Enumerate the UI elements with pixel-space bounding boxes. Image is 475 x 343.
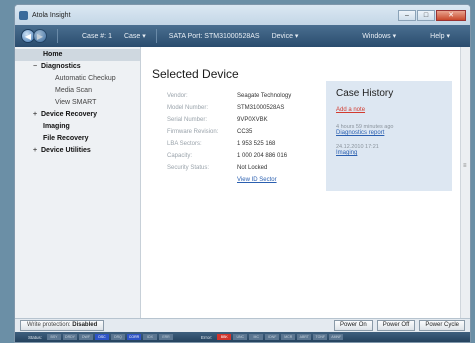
sidebar-item-automatic-checkup[interactable]: Automatic Checkup	[15, 73, 140, 85]
status-register-err: ERR	[159, 334, 174, 340]
detail-row: Serial Number: 9VP0XVBK	[167, 114, 291, 126]
sidebar: Home − Diagnostics Automatic Checkup Medi…	[15, 47, 141, 320]
close-button[interactable]: ✕	[436, 9, 466, 21]
sidebar-item-imaging[interactable]: Imaging	[15, 121, 140, 133]
error-register-tonf: TONF	[313, 334, 328, 340]
write-protection-value: Disabled	[72, 322, 98, 328]
window-title: Atola Insight	[32, 11, 71, 19]
forward-button[interactable]: ▶	[33, 29, 47, 43]
detail-value: Seagate Technology	[237, 93, 292, 99]
sidebar-item-view-smart[interactable]: View SMART	[15, 97, 140, 109]
sidebar-item-label: Device Utilities	[41, 147, 91, 154]
detail-label: Serial Number:	[167, 117, 208, 123]
detail-label: LBA Sectors:	[167, 141, 202, 147]
detail-row: View ID Sector	[167, 174, 291, 186]
detail-row: Firmware Revision: CC35	[167, 126, 291, 138]
expand-icon[interactable]: +	[33, 109, 41, 121]
toolbar-separator	[155, 29, 157, 43]
view-id-sector-link[interactable]: View ID Sector	[237, 174, 277, 186]
error-register-label: Error:	[201, 334, 213, 340]
content-area: Home − Diagnostics Automatic Checkup Medi…	[15, 47, 470, 320]
toolbar-separator	[57, 29, 58, 43]
detail-label-spacer	[167, 174, 237, 186]
detail-value: 1 953 525 168	[237, 141, 276, 147]
error-register-mc: MC	[249, 334, 264, 340]
detail-value: Not Locked	[237, 165, 268, 171]
maximize-button[interactable]: □	[417, 9, 435, 21]
toolbar: ◀ ▶ Case #: 1 Case ▾ SATA Port: STM31000…	[15, 25, 470, 47]
add-note-link[interactable]: Add a note	[336, 107, 442, 113]
page-title: Selected Device	[152, 67, 239, 81]
status-register-bsy: BSY	[47, 334, 62, 340]
scrollbar-grip-icon[interactable]: ≡	[463, 163, 468, 175]
detail-label: Vendor:	[167, 93, 188, 99]
toolbar-right-menus: Windows ▾ Help ▾	[350, 32, 464, 40]
status-register-corr: CORR	[127, 334, 142, 340]
case-history-title: Case History	[336, 88, 394, 99]
vertical-scrollbar[interactable]: ≡	[460, 47, 470, 320]
sata-port: SATA Port: STM31000528AS	[168, 32, 260, 40]
forward-arrow-icon: ▶	[36, 31, 44, 41]
detail-label: Capacity:	[167, 153, 193, 159]
error-register-abrt: ABRT	[297, 334, 312, 340]
collapse-icon[interactable]: −	[33, 61, 41, 73]
detail-row: Capacity: 1 000 204 886 016	[167, 150, 291, 162]
sidebar-item-file-recovery[interactable]: File Recovery	[15, 133, 140, 145]
sidebar-item-media-scan[interactable]: Media Scan	[15, 85, 140, 97]
back-arrow-icon: ◀	[24, 31, 32, 41]
power-off-button[interactable]: Power Off	[376, 320, 416, 331]
device-menu[interactable]: Device ▾	[272, 32, 299, 40]
main-panel: Selected Device Vendor: Seagate Technolog…	[141, 47, 470, 320]
write-protection-button[interactable]: Write protection: Disabled	[20, 320, 105, 331]
sidebar-item-device-utilities[interactable]: + Device Utilities	[15, 145, 140, 157]
status-register-drq: DRQ	[111, 334, 126, 340]
sidebar-item-device-recovery[interactable]: + Device Recovery	[15, 109, 140, 121]
case-number: Case #: 1	[82, 32, 112, 40]
detail-row: Security Status: Not Locked	[167, 162, 291, 174]
detail-row: Vendor: Seagate Technology	[167, 90, 291, 102]
detail-row: Model Number: STM31000528AS	[167, 102, 291, 114]
power-on-button[interactable]: Power On	[334, 320, 373, 331]
app-window: Atola Insight – □ ✕ ◀ ▶ Case #: 1 Case ▾…	[14, 4, 471, 343]
case-history-panel: Case History Add a note 4 hours 59 minut…	[326, 81, 452, 191]
status-register-dwf: DWF	[79, 334, 94, 340]
status-register-drdy: DRDY	[63, 334, 78, 340]
detail-row: LBA Sectors: 1 953 525 168	[167, 138, 291, 150]
history-link-diagnostics-report[interactable]: Diagnostics report	[336, 130, 442, 136]
detail-label: Security Status:	[167, 165, 210, 171]
power-cycle-button[interactable]: Power Cycle	[419, 320, 465, 331]
sidebar-item-home[interactable]: Home	[15, 49, 140, 61]
minimize-button[interactable]: –	[398, 9, 416, 21]
error-register-bbk: BBK	[217, 334, 232, 340]
detail-value: STM31000528AS	[237, 105, 285, 111]
title-bar: Atola Insight – □ ✕	[15, 5, 470, 25]
error-register-idnf: IDNF	[265, 334, 280, 340]
detail-label: Model Number:	[167, 105, 209, 111]
sidebar-item-label: Device Recovery	[41, 111, 98, 118]
window-controls: – □ ✕	[398, 9, 466, 21]
status-register-idx: IDX	[143, 334, 158, 340]
detail-value: CC35	[237, 129, 253, 135]
sidebar-item-label: Diagnostics	[41, 63, 81, 70]
detail-value: 9VP0XVBK	[237, 117, 268, 123]
status-register-label: Status:	[28, 334, 43, 340]
device-details: Vendor: Seagate Technology Model Number: S…	[167, 90, 291, 186]
error-register-unc: UNC	[233, 334, 248, 340]
error-register-mcr: MCR	[281, 334, 296, 340]
history-link-imaging[interactable]: Imaging	[336, 150, 442, 156]
power-controls: Power On Power Off Power Cycle	[334, 320, 465, 331]
detail-label: Firmware Revision:	[167, 129, 219, 135]
detail-value: 1 000 204 886 016	[237, 153, 288, 159]
register-status-bar: Status: BSY DRDY DWF DSC DRQ CORR IDX ER…	[15, 332, 470, 342]
status-register-dsc: DSC	[95, 334, 110, 340]
windows-menu[interactable]: Windows ▾	[362, 32, 396, 40]
sidebar-item-diagnostics[interactable]: − Diagnostics	[15, 61, 140, 73]
help-menu[interactable]: Help ▾	[430, 32, 450, 40]
bottom-bar: Write protection: Disabled Power On Powe…	[15, 318, 470, 332]
app-icon	[19, 10, 28, 20]
write-protection-label: Write protection:	[27, 322, 71, 328]
expand-icon[interactable]: +	[33, 145, 41, 157]
error-register-amnf: AMNF	[329, 334, 344, 340]
case-menu[interactable]: Case ▾	[124, 32, 146, 40]
